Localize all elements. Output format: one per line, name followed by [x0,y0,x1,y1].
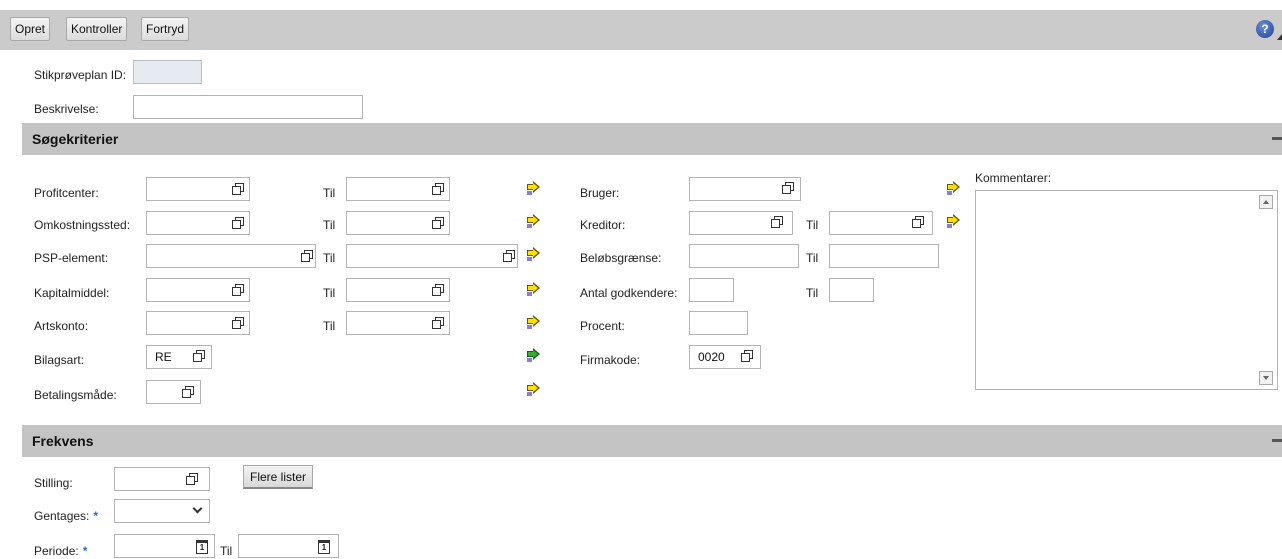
multiple-selection-active-arrow-icon[interactable] [527,348,541,362]
check-button[interactable]: Kontroller [66,17,128,41]
value-help-icon[interactable] [741,350,753,362]
til-label: Til [323,319,336,333]
scroll-up-icon[interactable] [1259,195,1273,209]
value-help-icon[interactable] [782,182,794,194]
profitcenter-label: Profitcenter: [34,186,99,200]
value-help-icon[interactable] [432,284,444,296]
value-help-icon[interactable] [182,386,194,398]
value-help-icon[interactable] [232,183,244,195]
cost-center-label: Omkostningssted: [34,218,131,232]
percent-label: Procent: [580,319,625,333]
user-label: Bruger: [580,186,620,200]
position-label: Stilling: [34,476,73,490]
psp-element-label: PSP-element: [34,251,109,265]
value-help-icon[interactable] [503,250,515,262]
til-label: Til [323,218,336,232]
plan-id-label: Stikprøveplan ID: [34,68,127,82]
calendar-icon[interactable]: 1 [196,540,208,554]
toolbar: Opret Kontroller Fortryd ? [0,10,1282,50]
value-help-icon[interactable] [186,473,198,485]
search-criteria-title: Søgekriterier [32,131,119,147]
chevron-down-icon [192,503,203,514]
undo-button[interactable]: Fortryd [141,17,190,41]
approver-count-from-input[interactable] [689,278,734,302]
multiple-selection-arrow-icon[interactable] [947,214,961,228]
til-label: Til [806,218,819,232]
value-help-icon[interactable] [232,217,244,229]
repeats-label: Gentages: * [34,509,98,523]
help-menu-caret-icon[interactable] [1277,34,1282,40]
comments-label: Kommentarer: [975,171,1052,185]
amount-limit-from-input[interactable] [689,244,799,268]
document-type-label: Bilagsart: [34,353,85,367]
percent-input[interactable] [689,311,748,335]
create-button[interactable]: Opret [10,17,51,41]
description-label: Beskrivelse: [34,102,99,116]
payment-method-label: Betalingsmåde: [34,388,117,402]
plan-id-field [133,60,202,84]
period-til-label: Til [220,544,233,558]
approver-count-label: Antal godkendere: [580,286,678,300]
value-help-icon[interactable] [432,183,444,195]
til-label: Til [806,286,819,300]
scroll-down-icon[interactable] [1259,371,1273,385]
psp-element-to-input[interactable] [346,244,518,268]
repeats-label-text: Gentages: [34,509,90,523]
required-marker: * [93,509,99,523]
multiple-selection-arrow-icon[interactable] [527,282,541,296]
multiple-selection-arrow-icon[interactable] [527,214,541,228]
collapse-icon[interactable] [1272,137,1282,140]
multiple-selection-arrow-icon[interactable] [527,181,541,195]
help-icon[interactable]: ? [1256,20,1274,38]
search-criteria-header[interactable]: Søgekriterier [22,123,1282,155]
value-help-icon[interactable] [432,217,444,229]
more-lists-button[interactable]: Flere lister [243,465,314,489]
value-help-icon[interactable] [301,250,313,262]
til-label: Til [323,286,336,300]
value-help-icon[interactable] [232,284,244,296]
vendor-label: Kreditor: [580,218,626,232]
value-help-icon[interactable] [912,216,924,228]
til-label: Til [323,251,336,265]
multiple-selection-arrow-icon[interactable] [527,315,541,329]
period-label-text: Periode: [34,544,79,558]
amount-limit-to-input[interactable] [829,244,939,268]
description-field[interactable] [133,95,363,119]
multiple-selection-arrow-icon[interactable] [947,181,961,195]
til-label: Til [806,251,819,265]
repeats-select[interactable] [114,499,210,523]
multiple-selection-arrow-icon[interactable] [527,382,541,396]
collapse-icon[interactable] [1272,439,1282,442]
approver-count-to-input[interactable] [829,278,874,302]
period-label: Periode: * [34,544,87,558]
asset-label: Kapitalmiddel: [34,286,110,300]
value-help-icon[interactable] [232,317,244,329]
frequency-title: Frekvens [32,433,94,449]
til-label: Til [323,186,336,200]
frequency-header[interactable]: Frekvens [22,425,1282,457]
psp-element-from-input[interactable] [146,244,316,268]
amount-limit-label: Beløbsgrænse: [580,251,662,265]
calendar-icon[interactable]: 1 [318,540,330,554]
multiple-selection-arrow-icon[interactable] [527,247,541,261]
required-marker: * [82,544,88,558]
comments-textarea[interactable] [975,190,1278,390]
value-help-icon[interactable] [771,216,783,228]
company-code-label: Firmakode: [580,353,641,367]
account-label: Artskonto: [34,319,89,333]
value-help-icon[interactable] [432,317,444,329]
value-help-icon[interactable] [193,350,205,362]
